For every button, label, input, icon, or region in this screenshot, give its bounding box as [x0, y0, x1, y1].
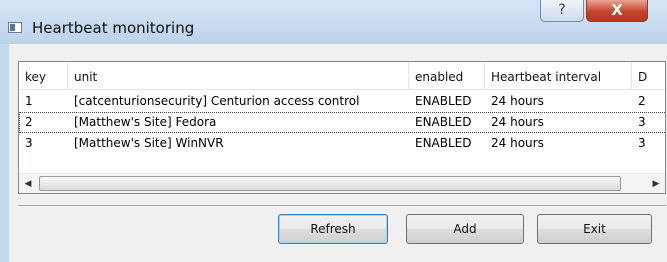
- title-bar[interactable]: Heartbeat monitoring ? X: [0, 0, 667, 44]
- scroll-right-icon[interactable]: ▶: [647, 174, 665, 193]
- column-header-enabled[interactable]: enabled: [409, 62, 485, 89]
- column-header-key[interactable]: key: [19, 62, 68, 89]
- divider: [18, 205, 666, 207]
- table-header: key unit enabled Heartbeat interval D: [19, 62, 665, 90]
- cell-unit: [Matthew's Site] WinNVR: [74, 136, 224, 150]
- exit-button[interactable]: Exit: [537, 214, 652, 244]
- heartbeat-table[interactable]: key unit enabled Heartbeat interval D 1 …: [18, 61, 666, 194]
- refresh-button[interactable]: Refresh: [278, 214, 388, 244]
- cell-interval: 24 hours: [491, 115, 544, 129]
- add-button[interactable]: Add: [406, 214, 524, 244]
- table-row[interactable]: 1 [catcenturionsecurity] Centurion acces…: [19, 91, 665, 112]
- table-row[interactable]: 3 [Matthew's Site] WinNVR ENABLED 24 hou…: [19, 133, 665, 154]
- scrollbar-thumb[interactable]: [39, 176, 621, 191]
- table-row[interactable]: 2 [Matthew's Site] Fedora ENABLED 24 hou…: [19, 112, 665, 133]
- cell-interval: 24 hours: [491, 94, 544, 108]
- cell-key: 2: [25, 115, 33, 129]
- cell-d: 3: [638, 136, 646, 150]
- column-header-interval[interactable]: Heartbeat interval: [485, 62, 632, 89]
- help-button[interactable]: ?: [540, 0, 584, 22]
- dialog-window: Heartbeat monitoring ? X key unit enable…: [0, 0, 667, 262]
- help-icon: ?: [558, 2, 566, 18]
- cell-d: 3: [638, 115, 646, 129]
- column-header-unit[interactable]: unit: [68, 62, 409, 89]
- cell-key: 3: [25, 136, 33, 150]
- cell-d: 2: [638, 94, 646, 108]
- cell-enabled: ENABLED: [415, 115, 472, 129]
- close-icon: X: [611, 1, 623, 19]
- cell-unit: [catcenturionsecurity] Centurion access …: [74, 94, 360, 108]
- cell-enabled: ENABLED: [415, 136, 472, 150]
- scroll-left-icon[interactable]: ◀: [19, 174, 37, 193]
- horizontal-scrollbar[interactable]: ◀ ▶: [19, 173, 665, 193]
- window-title: Heartbeat monitoring: [32, 19, 195, 37]
- cell-unit: [Matthew's Site] Fedora: [74, 115, 217, 129]
- close-button[interactable]: X: [586, 0, 648, 22]
- cell-interval: 24 hours: [491, 136, 544, 150]
- cell-enabled: ENABLED: [415, 94, 472, 108]
- window-icon: [8, 22, 22, 33]
- cell-key: 1: [25, 94, 33, 108]
- column-header-d[interactable]: D: [632, 62, 665, 89]
